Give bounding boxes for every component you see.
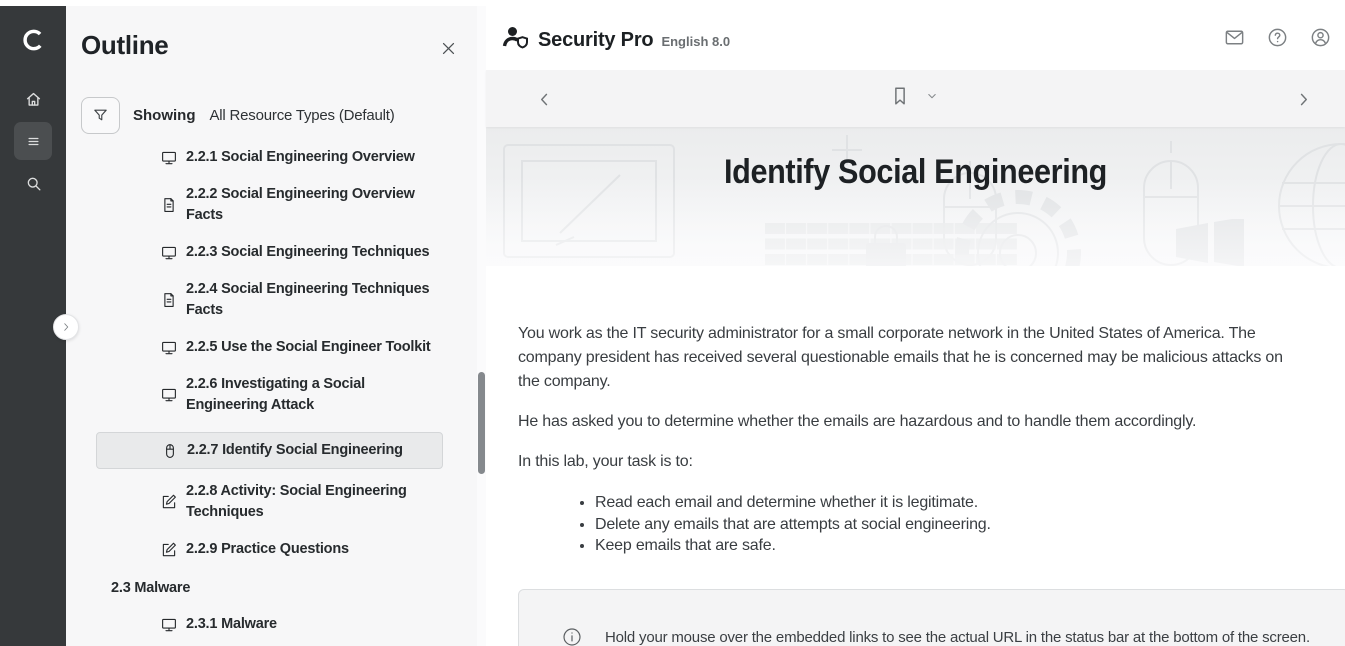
monitor-icon <box>160 339 178 357</box>
outline-item-selected[interactable]: 2.2.7 Identify Social Engineering <box>96 432 443 469</box>
outline-scrollbar-track[interactable] <box>477 6 486 646</box>
pattern-squares-icon <box>1174 219 1246 266</box>
monitor-icon <box>160 386 178 404</box>
outline-list: 2.2.1 Social Engineering Overview 2.2.2 … <box>66 147 486 646</box>
showing-label: Showing <box>133 107 196 124</box>
pattern-gear-icon <box>948 183 1088 266</box>
c-ring-logo-icon <box>0 20 66 60</box>
account-icon <box>1309 26 1332 49</box>
chevron-right-icon <box>1294 90 1313 109</box>
task-item: Delete any emails that are attempts at s… <box>595 514 1297 536</box>
header-actions <box>1221 24 1333 50</box>
main-content: Security Pro English 8.0 <box>486 6 1345 646</box>
bookmark-group <box>889 84 939 108</box>
document-icon <box>160 291 178 309</box>
filter-row: Showing All Resource Types (Default) <box>81 97 395 134</box>
lesson-paragraph: You work as the IT security administrato… <box>518 322 1297 394</box>
outline-scrollbar-thumb[interactable] <box>478 372 485 474</box>
rail-nav <box>0 80 66 202</box>
info-note-text: Hold your mouse over the embedded links … <box>605 626 1319 646</box>
sidebar-expand-button[interactable] <box>53 314 79 340</box>
product-brand: Security Pro English 8.0 <box>502 20 730 52</box>
monitor-icon <box>160 616 178 634</box>
lesson-paragraph: In this lab, your task is to: <box>518 450 1297 474</box>
outline-panel: Outline Showing All Resource Types (Defa… <box>66 6 486 646</box>
chevron-right-icon <box>60 321 72 333</box>
outline-toggle-button[interactable] <box>14 122 52 160</box>
chevron-down-icon <box>925 89 939 103</box>
outline-item[interactable]: 2.2.8 Activity: Social Engineering Techn… <box>66 481 486 523</box>
product-name: Security Pro <box>538 29 653 52</box>
monitor-icon <box>160 149 178 167</box>
edit-icon <box>160 541 178 559</box>
mouse-icon <box>161 442 179 460</box>
help-icon <box>1266 26 1289 49</box>
chevron-left-icon <box>535 90 554 109</box>
outline-item[interactable]: 2.3.1 Malware <box>66 614 486 635</box>
outline-item[interactable]: 2.2.9 Practice Questions <box>66 539 486 560</box>
search-icon <box>24 174 43 193</box>
product-version: English 8.0 <box>661 34 730 49</box>
lesson-nav-bar <box>486 70 1345 127</box>
previous-lesson-button[interactable] <box>530 85 558 113</box>
outline-title: Outline <box>81 30 168 61</box>
bookmark-dropdown-button[interactable] <box>925 89 939 103</box>
close-icon <box>440 40 457 57</box>
home-button[interactable] <box>14 80 52 118</box>
info-note-box: Hold your mouse over the embedded links … <box>518 589 1345 646</box>
bookmark-button[interactable] <box>889 84 911 108</box>
pattern-keyboard-icon <box>765 223 1017 265</box>
outline-section-header[interactable]: 2.3 Malware <box>66 580 486 596</box>
lesson-paragraph: He has asked you to determine whether th… <box>518 410 1297 434</box>
outline-item[interactable]: 2.2.5 Use the Social Engineer Toolkit <box>66 337 486 358</box>
bookmark-icon <box>889 84 911 108</box>
lesson-banner: Identify Social Engineering <box>486 127 1345 266</box>
lesson-body: You work as the IT security administrato… <box>486 266 1345 646</box>
lesson-title: Identify Social Engineering <box>529 153 1302 192</box>
showing-value: All Resource Types (Default) <box>210 107 395 124</box>
next-lesson-button[interactable] <box>1289 85 1317 113</box>
task-item: Keep emails that are safe. <box>595 535 1297 557</box>
outline-item[interactable]: 2.2.3 Social Engineering Techniques <box>66 242 486 263</box>
info-icon <box>561 626 583 646</box>
user-shield-icon <box>502 25 530 51</box>
edit-icon <box>160 493 178 511</box>
outline-item[interactable]: 2.2.1 Social Engineering Overview <box>66 147 486 168</box>
main-header: Security Pro English 8.0 <box>486 6 1345 70</box>
messages-button[interactable] <box>1221 24 1247 50</box>
app-window: Outline Showing All Resource Types (Defa… <box>0 0 1345 646</box>
menu-icon <box>24 132 43 151</box>
outline-close-button[interactable] <box>434 34 462 62</box>
mail-icon <box>1223 26 1246 49</box>
monitor-icon <box>160 244 178 262</box>
account-button[interactable] <box>1307 24 1333 50</box>
task-list: Read each email and determine whether it… <box>518 492 1297 557</box>
home-icon <box>24 90 43 109</box>
help-button[interactable] <box>1264 24 1290 50</box>
pattern-globe-icon <box>1266 131 1345 266</box>
pattern-lock-icon <box>858 225 914 266</box>
funnel-icon <box>92 107 109 124</box>
document-icon <box>160 196 178 214</box>
outline-item[interactable]: 2.2.2 Social Engineering Overview Facts <box>66 184 486 226</box>
task-item: Read each email and determine whether it… <box>595 492 1297 514</box>
outline-item[interactable]: 2.2.4 Social Engineering Techniques Fact… <box>66 279 486 321</box>
filter-button[interactable] <box>81 97 120 134</box>
outline-item[interactable]: 2.2.6 Investigating a Social Engineering… <box>66 374 486 416</box>
search-button[interactable] <box>14 164 52 202</box>
